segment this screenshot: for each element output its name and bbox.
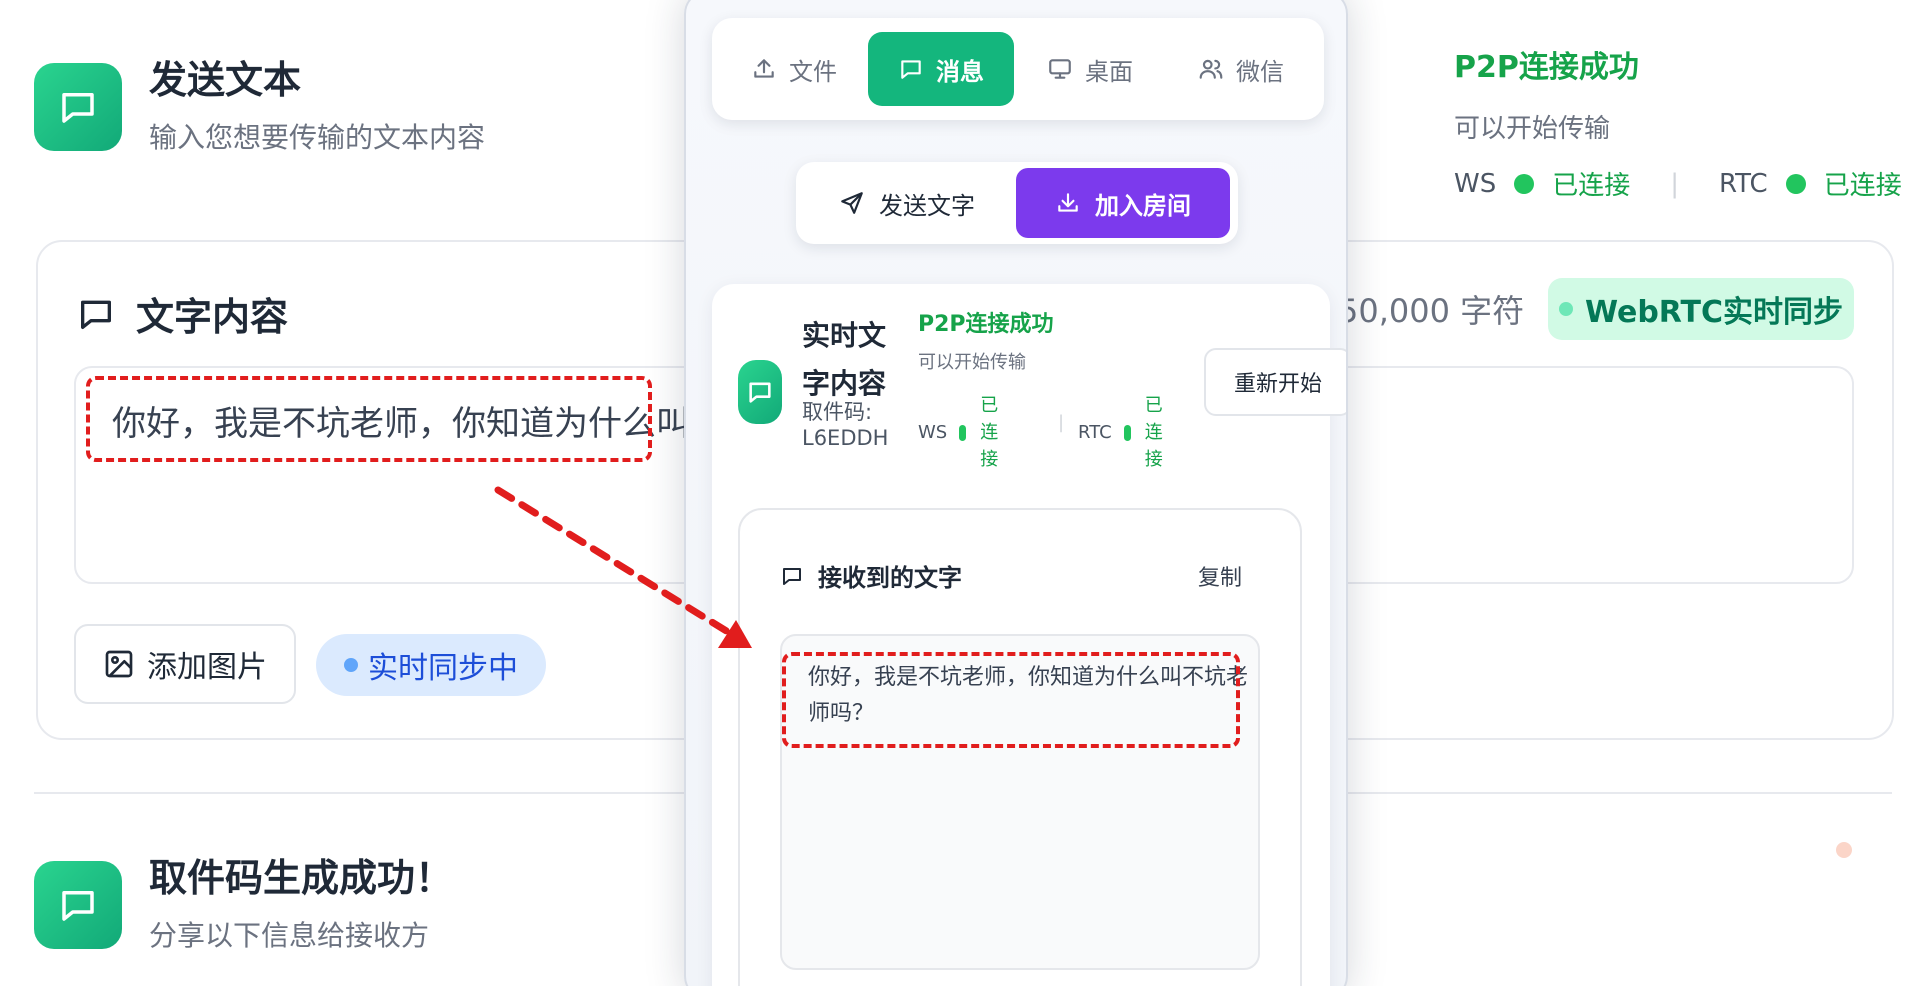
annotation-arrow (494, 486, 752, 648)
